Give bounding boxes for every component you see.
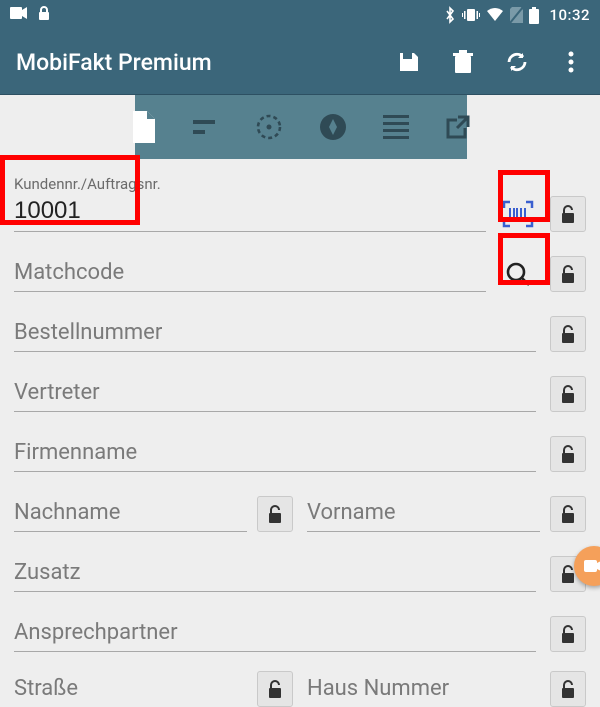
tab-timer[interactable]	[255, 112, 283, 142]
zusatz-placeholder: Zusatz	[14, 550, 536, 592]
battery-icon	[529, 7, 539, 24]
status-bar: 10:32	[0, 0, 600, 30]
bestellnummer-placeholder: Bestellnummer	[14, 310, 536, 352]
hausnummer-field[interactable]: Haus Nummer	[307, 666, 540, 707]
bestellnummer-field[interactable]: Bestellnummer	[14, 310, 536, 352]
tab-document[interactable]	[131, 112, 157, 142]
firmenname-placeholder: Firmenname	[14, 430, 536, 472]
lock-icon	[38, 6, 50, 25]
vertreter-lock-button[interactable]	[550, 376, 586, 412]
firmenname-lock-button[interactable]	[550, 436, 586, 472]
strasse-field[interactable]: Straße	[14, 666, 247, 707]
matchcode-placeholder: Matchcode	[14, 250, 486, 292]
app-bar: MobiFakt Premium	[0, 30, 600, 95]
tab-compass[interactable]	[319, 112, 347, 142]
camera-icon	[10, 6, 28, 24]
vorname-lock-button[interactable]	[550, 496, 586, 532]
hausnummer-placeholder: Haus Nummer	[307, 666, 540, 707]
kundennr-field[interactable]: Kundennr./Auftragsnr.	[14, 177, 486, 232]
tab-lines[interactable]	[383, 112, 409, 142]
strasse-lock-button[interactable]	[257, 671, 293, 707]
bestellnummer-lock-button[interactable]	[550, 316, 586, 352]
vertreter-field[interactable]: Vertreter	[14, 370, 536, 412]
vorname-field[interactable]: Vorname	[307, 490, 540, 532]
overflow-menu-button[interactable]	[558, 49, 584, 75]
app-title: MobiFakt Premium	[16, 49, 212, 76]
tab-strip	[135, 95, 467, 159]
delete-button[interactable]	[450, 49, 476, 75]
zusatz-field[interactable]: Zusatz	[14, 550, 536, 592]
firmenname-field[interactable]: Firmenname	[14, 430, 536, 472]
wifi-icon	[486, 8, 504, 22]
ansprechpartner-field[interactable]: Ansprechpartner	[14, 610, 536, 652]
refresh-button[interactable]	[504, 49, 530, 75]
save-button[interactable]	[396, 49, 422, 75]
tab-list-short[interactable]	[193, 112, 219, 142]
kundennr-label: Kundennr./Auftragsnr.	[14, 175, 161, 193]
matchcode-lock-button[interactable]	[550, 256, 586, 292]
barcode-scan-button[interactable]	[500, 196, 536, 232]
nachname-field[interactable]: Nachname	[14, 490, 247, 532]
matchcode-search-button[interactable]	[500, 256, 536, 292]
kundennr-lock-button[interactable]	[550, 196, 586, 232]
bluetooth-icon	[444, 6, 456, 24]
matchcode-field[interactable]: Matchcode	[14, 250, 486, 292]
no-sim-icon	[510, 7, 523, 23]
vertreter-placeholder: Vertreter	[14, 370, 536, 412]
nachname-placeholder: Nachname	[14, 490, 247, 532]
tab-open-external[interactable]	[445, 112, 471, 142]
hausnummer-lock-button[interactable]	[550, 671, 586, 707]
vorname-placeholder: Vorname	[307, 490, 540, 532]
form: Kundennr./Auftragsnr. Matchcode Bestelln…	[0, 177, 600, 707]
vibrate-icon	[462, 7, 480, 23]
strasse-placeholder: Straße	[14, 666, 247, 707]
nachname-lock-button[interactable]	[257, 496, 293, 532]
clock: 10:32	[549, 6, 590, 24]
ansprechpartner-placeholder: Ansprechpartner	[14, 610, 536, 652]
ansprechpartner-lock-button[interactable]	[550, 616, 586, 652]
